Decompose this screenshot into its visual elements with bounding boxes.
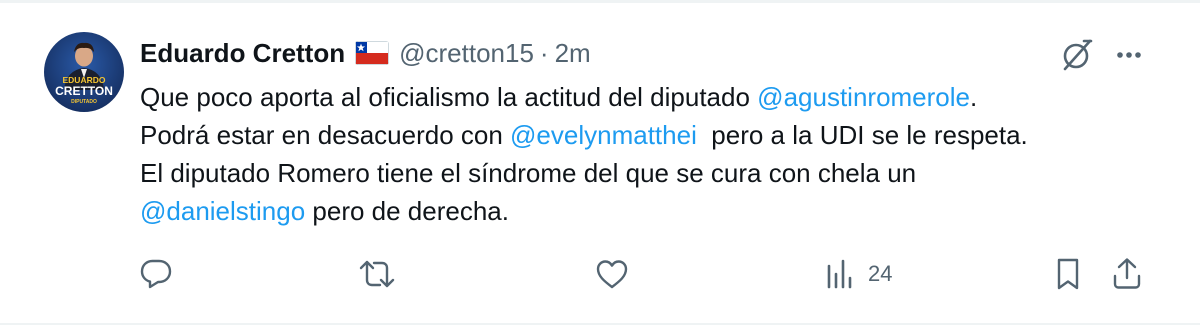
separator-dot: · <box>539 37 549 68</box>
like-icon <box>596 260 628 289</box>
like-button[interactable] <box>594 252 630 296</box>
grok-icon[interactable] <box>1058 36 1096 74</box>
views-count: 24 <box>868 261 893 286</box>
tweet-line: Que poco aporta al oficialismo la actitu… <box>140 78 1150 116</box>
reply-icon <box>140 259 172 289</box>
tweet-header: Eduardo Cretton @cretton15 · 2m <box>140 36 591 70</box>
action-bar: 24 <box>0 252 1200 296</box>
views-button[interactable]: 24 <box>824 252 892 296</box>
top-divider <box>0 0 1200 3</box>
avatar-text-2: CRETTON <box>55 84 113 98</box>
tweet-line: Podrá estar en desacuerdo con @evelynmat… <box>140 116 1150 154</box>
user-handle[interactable]: @cretton15 <box>399 38 534 69</box>
tweet-card[interactable]: EDUARDO CRETTON DIPUTADO Eduardo Cretton… <box>0 0 1200 325</box>
avatar-text-3: DIPUTADO <box>71 99 97 105</box>
mention-link[interactable]: @danielstingo <box>140 196 305 226</box>
share-button[interactable] <box>1110 252 1144 296</box>
avatar[interactable]: EDUARDO CRETTON DIPUTADO <box>44 32 124 112</box>
tweet-line: El diputado Romero tiene el síndrome del… <box>140 154 1150 192</box>
reply-button[interactable] <box>138 252 174 296</box>
text-segment: Podrá estar en desacuerdo con <box>140 120 511 150</box>
text-segment: Que poco aporta al oficialismo la actitu… <box>140 82 758 112</box>
text-segment: El diputado Romero tiene el síndrome del… <box>140 158 917 188</box>
mention-link[interactable]: @agustinromerole <box>757 82 970 112</box>
tweet-line: @danielstingo pero de derecha. <box>140 192 1150 230</box>
bookmark-icon <box>1057 258 1079 290</box>
retweet-button[interactable] <box>358 252 396 296</box>
tweet-text: Que poco aporta al oficialismo la actitu… <box>140 78 1150 230</box>
timestamp[interactable]: 2m <box>555 38 591 69</box>
chile-flag-icon <box>355 41 390 65</box>
share-icon <box>1113 258 1141 289</box>
display-name[interactable]: Eduardo Cretton <box>140 38 345 69</box>
bookmark-button[interactable] <box>1052 252 1084 296</box>
mention-link[interactable]: @evelynmatthei <box>510 120 697 150</box>
more-options-icon[interactable] <box>1110 36 1148 74</box>
text-segment: . <box>970 82 978 112</box>
text-segment: pero a la UDI se le respeta. <box>696 120 1028 150</box>
views-icon <box>827 259 852 289</box>
text-segment: pero de derecha. <box>305 196 509 226</box>
retweet-icon <box>359 260 395 288</box>
